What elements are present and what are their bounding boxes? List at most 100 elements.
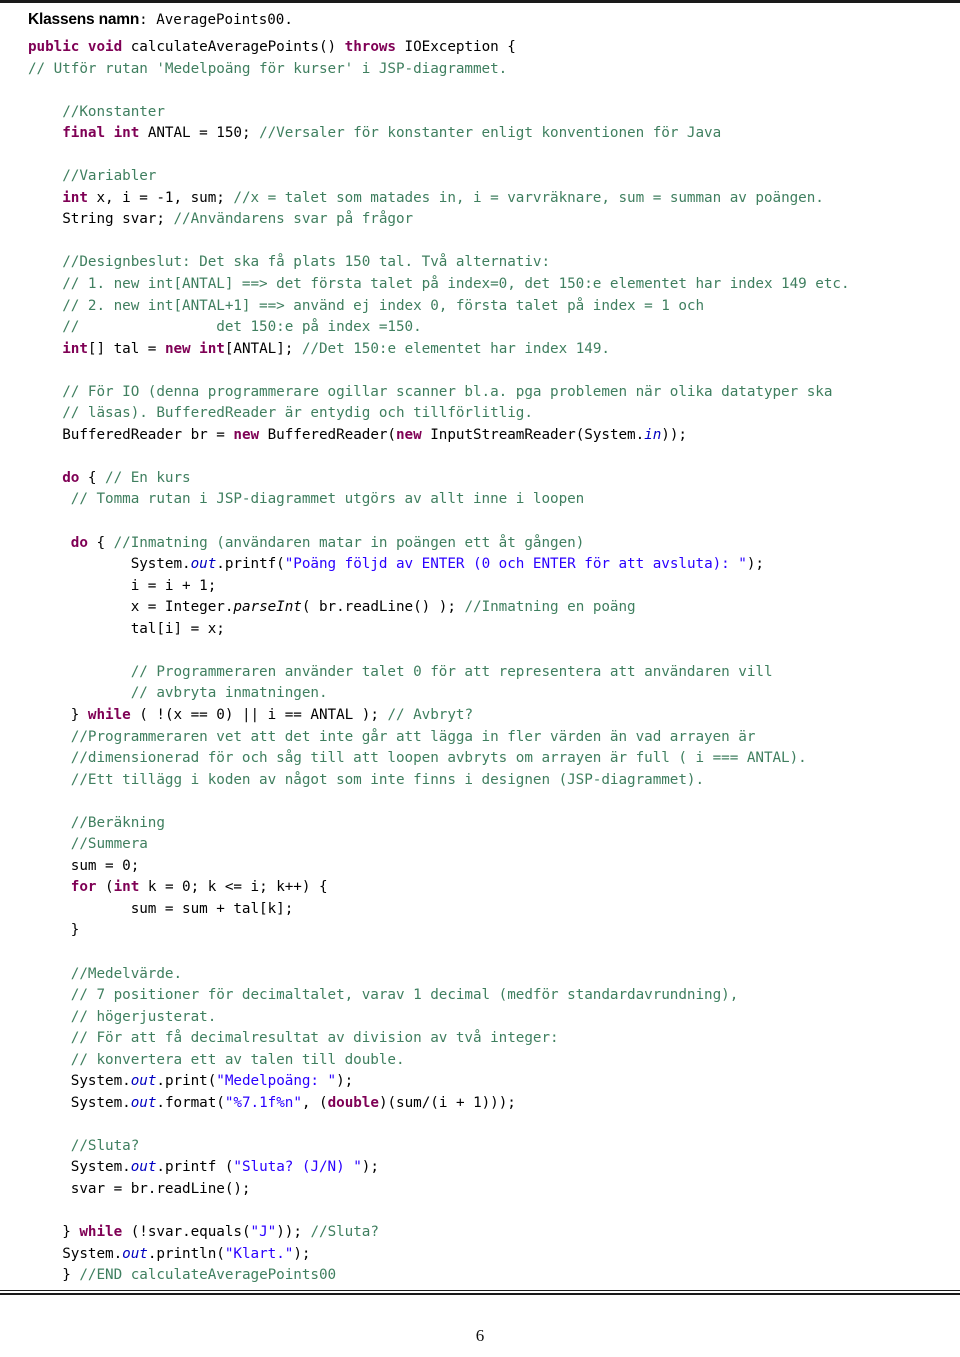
code-line: // Programmeraren använder talet 0 för a… [28,662,932,684]
code-token-cmt: //Sluta? [310,1224,379,1241]
code-token-pln: x = Integer. [28,599,234,616]
code-token-pln: { [96,534,114,551]
code-line: System.out.print("Medelpoäng: "); [28,1071,932,1093]
code-token-pln: System. [28,1245,123,1262]
code-line: } //END calculateAveragePoints00 [28,1265,932,1287]
code-token-str: "Klart." [224,1245,294,1262]
code-line: for (int k = 0; k <= i; k++) { [28,877,932,899]
code-token-pln: ( br.readLine() ); [301,599,465,616]
code-token-pln: i = i + 1; [28,577,217,594]
code-token-pln: .println( [147,1245,225,1262]
code-line: //Medelvärde. [28,964,932,986]
code-token-kw: int [28,189,97,206]
code-token-kw: do [28,534,97,551]
code-line: // För IO (denna programmerare ogillar s… [28,382,932,404]
code-token-pln: System. [28,556,191,573]
code-token-cmt: // En kurs [105,469,191,486]
code-token-cmt: //Inmatning en poäng [464,599,636,616]
code-token-pln: System. [28,1159,131,1176]
code-line: do { // En kurs [28,468,932,490]
code-line: // 7 positioner för decimaltalet, varav … [28,985,932,1007]
code-line: // 2. new int[ANTAL+1] ==> använd ej ind… [28,296,932,318]
code-token-pln: BufferedReader( [267,426,396,443]
code-token-pln: InputStreamReader(System. [430,426,645,443]
code-line: final int ANTAL = 150; //Versaler för ko… [28,123,932,145]
code-token-pln: } [28,922,80,939]
code-token-fld: out [122,1245,148,1262]
code-token-kw: new [396,426,431,443]
code-line: BufferedReader br = new BufferedReader(n… [28,425,932,447]
code-token-cmt: // Utför rutan 'Medelpoäng för kurser' i… [28,60,508,77]
code-token-pln: calculateAveragePoints() [130,39,345,55]
code-token-fld: out [190,556,217,573]
code-line: svar = br.readLine(); [28,1179,932,1201]
code-token-fld: out [130,1159,157,1176]
code-token-pln: ( [105,879,114,896]
class-name-value: : AveragePoints00. [139,12,293,28]
code-token-pln: [ANTAL]; [224,340,302,357]
code-line: System.out.format("%7.1f%n", (double)(su… [28,1093,932,1115]
code-token-str: "Poäng följd av ENTER (0 och ENTER för a… [284,556,747,573]
code-token-str: "Medelpoäng: " [216,1073,337,1090]
code-token-cmt: // För IO (denna programmerare ogillar s… [28,383,833,400]
code-line: //Summera [28,834,932,856]
code-line: } while ( !(x == 0) || i == ANTAL ); // … [28,705,932,727]
code-token-pln: } [28,1267,80,1284]
code-line: // högerjusterat. [28,1007,932,1029]
code-line: int[] tal = new int[ANTAL]; //Det 150:e … [28,339,932,361]
code-token-cmt: //Medelvärde. [28,965,183,982]
code-token-cmt: // Programmeraren använder talet 0 för a… [28,663,773,680]
code-token-cmt: //Ett tillägg i koden av något som inte … [28,771,705,788]
code-token-pln: BufferedReader br = [28,426,234,443]
code-token-pln: .printf ( [156,1159,234,1176]
code-token-pln: ); [746,556,764,573]
code-token-kw: new int [164,340,225,357]
code-token-cmt: // 1. new int[ANTAL] ==> det första tale… [28,276,850,293]
code-line: do { //Inmatning (användaren matar in po… [28,533,932,555]
code-line: //Beräkning [28,813,932,835]
code-token-pln: k = 0; k <= i; k++) { [147,879,328,896]
code-token-mth: parseInt [233,599,302,616]
code-line: //Konstanter [28,102,932,124]
code-line: System.out.printf ("Sluta? (J/N) "); [28,1157,932,1179]
code-line: sum = 0; [28,856,932,878]
code-token-cmt: //Beräkning [28,814,165,831]
code-token-cmt: // högerjusterat. [28,1008,217,1025]
code-token-cmt: // avbryta inmatningen. [28,685,328,702]
code-token-cmt: // det 150:e på index =150. [28,319,422,336]
code-token-cmt: // 7 positioner för decimaltalet, varav … [28,987,739,1004]
code-line: //Programmeraren vet att det inte går at… [28,727,932,749]
code-token-cmt: // konvertera ett av talen till double. [28,1051,405,1068]
code-line: // läsas). BufferedReader är entydig och… [28,403,932,425]
footer-rule-thin [0,1290,960,1291]
footer-rule [0,1293,960,1295]
code-token-cmt: //Det 150:e elementet har index 149. [301,340,610,357]
code-token-str: "J" [250,1224,277,1241]
code-line: } while (!svar.equals("J")); //Sluta? [28,1222,932,1244]
code-line: String svar; //Användarens svar på frågo… [28,209,932,231]
code-token-kw: final int [28,125,148,142]
code-line: // För att få decimalresultat av divisio… [28,1028,932,1050]
code-token-cmt: //Programmeraren vet att det inte går at… [28,728,756,745]
code-line: //Designbeslut: Det ska få plats 150 tal… [28,252,932,274]
code-line: System.out.println("Klart."); [28,1244,932,1266]
code-token-cmt: // För att få decimalresultat av divisio… [28,1030,559,1047]
code-line: //Sluta? [28,1136,932,1158]
code-token-pln: } [28,706,88,723]
code-line: int x, i = -1, sum; //x = talet som mata… [28,188,932,210]
code-line: x = Integer.parseInt( br.readLine() ); /… [28,597,932,619]
code-token-cmt: //Versaler för konstanter enligt konvent… [259,125,722,142]
page-number: 6 [475,1326,485,1345]
code-line: // Utför rutan 'Medelpoäng för kurser' i… [28,59,932,81]
code-line: public void calculateAveragePoints() thr… [28,37,932,59]
class-name-label: Klassens namn [28,11,140,28]
code-token-pln: IOException { [404,39,516,55]
code-token-pln: } [28,1224,80,1241]
